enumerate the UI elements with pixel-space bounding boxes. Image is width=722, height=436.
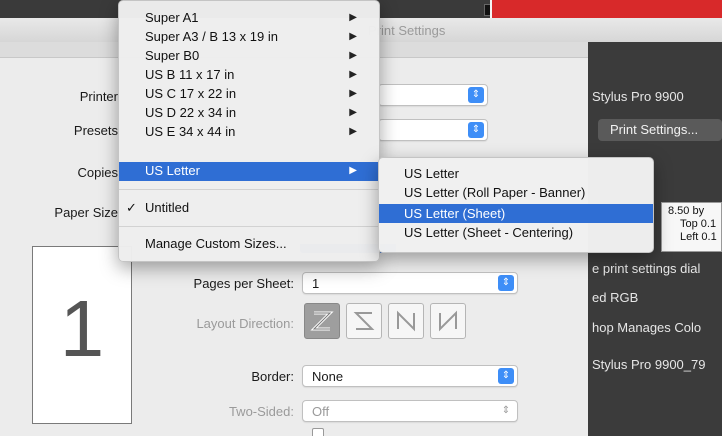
menu-item-label: US B 11 x 17 in bbox=[145, 67, 235, 82]
submenu-arrow-icon: ▶ bbox=[349, 31, 357, 42]
two-sided-popup[interactable]: Off ⇕ bbox=[302, 400, 518, 422]
submenu-arrow-icon: ▶ bbox=[349, 69, 357, 80]
pages-per-sheet-popup[interactable]: 1 ⇕ bbox=[302, 272, 518, 294]
submenu-item-sheet-centering[interactable]: US Letter (Sheet - Centering) bbox=[379, 223, 653, 242]
submenu-arrow-icon: ▶ bbox=[349, 126, 357, 137]
layout-n-icon[interactable] bbox=[388, 303, 424, 339]
layout-z-icon[interactable] bbox=[304, 303, 340, 339]
menu-item-label: Super A1 bbox=[145, 10, 199, 25]
info-left-margin: Left 0.1 bbox=[680, 231, 717, 243]
popup-stepper-icon: ⇕ bbox=[468, 122, 484, 138]
submenu-arrow-icon: ▶ bbox=[349, 165, 357, 176]
submenu-arrow-icon: ▶ bbox=[349, 107, 357, 118]
menu-item-untitled[interactable]: ✓ Untitled bbox=[119, 199, 379, 218]
menu-item-super-a1[interactable]: Super A1 ▶ bbox=[119, 9, 379, 28]
print-settings-button[interactable]: Print Settings... bbox=[598, 119, 722, 141]
menu-item-us-letter[interactable]: US Letter ▶ bbox=[119, 162, 379, 181]
submenu-item-us-letter[interactable]: US Letter bbox=[379, 164, 653, 183]
presets-label: Presets bbox=[73, 123, 118, 138]
layout-direction-label: Layout Direction: bbox=[196, 316, 294, 331]
printer-label: Printer bbox=[79, 89, 118, 104]
menu-item-us-e[interactable]: US E 34 x 44 in ▶ bbox=[119, 123, 379, 142]
menu-separator bbox=[119, 189, 379, 190]
menu-item-us-c[interactable]: US C 17 x 22 in ▶ bbox=[119, 85, 379, 104]
submenu-arrow-icon: ▶ bbox=[349, 88, 357, 99]
paper-size-label: Paper Size bbox=[54, 205, 118, 220]
checkmark-icon: ✓ bbox=[126, 200, 137, 215]
pages-per-sheet-label: Pages per Sheet: bbox=[193, 276, 294, 291]
menu-item-super-a3[interactable]: Super A3 / B 13 x 19 in ▶ bbox=[119, 28, 379, 47]
copies-label: Copies bbox=[77, 165, 118, 180]
background-red-area bbox=[492, 0, 722, 20]
border-popup[interactable]: None ⇕ bbox=[302, 365, 518, 387]
menu-item-label: US Letter bbox=[145, 163, 200, 178]
info-size: 8.50 by bbox=[668, 205, 705, 217]
two-sided-label: Two-Sided: bbox=[228, 404, 294, 419]
printer-popup[interactable]: ⇕ bbox=[378, 84, 488, 106]
submenu-arrow-icon: ▶ bbox=[349, 12, 357, 23]
border-value: None bbox=[312, 369, 344, 384]
layout-reverse-z-icon[interactable] bbox=[346, 303, 382, 339]
us-letter-submenu: US Letter US Letter (Roll Paper - Banner… bbox=[378, 157, 654, 253]
color-handling-text: hop Manages Colo bbox=[592, 320, 702, 335]
menu-item-label: Manage Custom Sizes... bbox=[145, 236, 287, 251]
printer-profile-text: Stylus Pro 9900_79 bbox=[592, 357, 706, 372]
popup-stepper-icon: ⇕ bbox=[498, 275, 514, 291]
layout-reverse-n-icon[interactable] bbox=[430, 303, 466, 339]
submenu-item-roll-paper-banner[interactable]: US Letter (Roll Paper - Banner) bbox=[379, 183, 653, 202]
menu-item-us-d[interactable]: US D 22 x 34 in ▶ bbox=[119, 104, 379, 123]
option-checkbox[interactable] bbox=[312, 428, 324, 436]
submenu-arrow-icon: ▶ bbox=[349, 50, 357, 61]
two-sided-value: Off bbox=[312, 404, 330, 419]
menu-separator bbox=[119, 226, 379, 227]
popup-stepper-icon: ⇕ bbox=[501, 405, 511, 416]
menu-item-label: Super A3 / B 13 x 19 in bbox=[145, 29, 278, 44]
menu-item-label: Super B0 bbox=[145, 48, 200, 63]
paper-size-info-tooltip: 8.50 by Top 0.1 Left 0.1 bbox=[661, 202, 722, 252]
menu-item-label: Untitled bbox=[145, 200, 190, 215]
presets-popup[interactable]: ⇕ bbox=[378, 119, 488, 141]
popup-stepper-icon: ⇕ bbox=[468, 87, 484, 103]
paper-size-menu: Super A1 ▶ Super A3 / B 13 x 19 in ▶ Super… bbox=[118, 0, 380, 262]
menu-item-manage-custom-sizes[interactable]: Manage Custom Sizes... bbox=[119, 235, 379, 254]
printer-name-text: Stylus Pro 9900 bbox=[592, 89, 684, 104]
menu-item-us-b[interactable]: US B 11 x 17 in ▶ bbox=[119, 66, 379, 85]
menu-item-super-b0[interactable]: Super B0 ▶ bbox=[119, 47, 379, 66]
print-settings-text: e print settings dial bbox=[592, 261, 701, 276]
pages-per-sheet-value: 1 bbox=[312, 276, 320, 291]
submenu-item-sheet[interactable]: US Letter (Sheet) bbox=[379, 204, 653, 223]
menu-item-label: US C 17 x 22 in bbox=[145, 86, 237, 101]
menu-item-label: US D 22 x 34 in bbox=[145, 105, 237, 120]
page-preview: 1 bbox=[32, 246, 132, 424]
info-top-margin: Top 0.1 bbox=[680, 218, 717, 230]
color-space-text: ed RGB bbox=[592, 290, 639, 305]
preview-page-number: 1 bbox=[59, 284, 105, 373]
popup-stepper-icon: ⇕ bbox=[498, 368, 514, 384]
menu-item-label: US E 34 x 44 in bbox=[145, 124, 236, 139]
border-label: Border: bbox=[251, 369, 294, 384]
